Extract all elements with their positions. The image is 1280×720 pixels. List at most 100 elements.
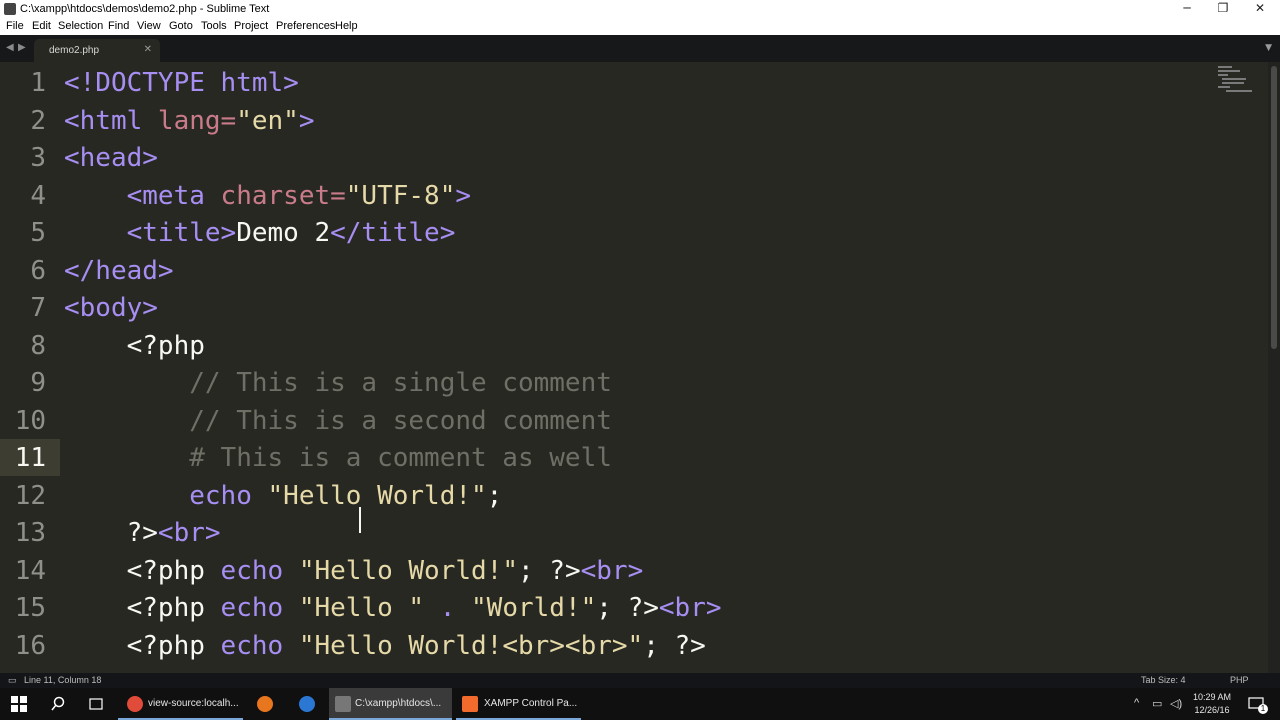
taskbar-chrome-label: view-source:localh... bbox=[148, 698, 239, 709]
menu-edit[interactable]: Edit bbox=[32, 20, 51, 32]
title-bar: C:\xampp\htdocs\demos\demo2.php - Sublim… bbox=[0, 0, 1280, 19]
code-line[interactable]: <html lang="en"> bbox=[64, 103, 314, 140]
minimap[interactable] bbox=[1216, 64, 1252, 92]
code-line[interactable]: <body> bbox=[64, 290, 158, 327]
windows-logo-icon bbox=[11, 696, 27, 712]
code-line[interactable]: <title>Demo 2</title> bbox=[64, 215, 456, 252]
text-cursor bbox=[359, 507, 361, 533]
windows-taskbar: view-source:localh... C:\xampp\htdocs\..… bbox=[0, 688, 1280, 720]
code-token: "Hello World!" bbox=[298, 555, 518, 586]
menu-tools[interactable]: Tools bbox=[201, 20, 227, 32]
code-token: "Hello World!<br><br>" bbox=[298, 630, 644, 661]
taskbar-firefox[interactable] bbox=[245, 688, 285, 720]
code-token: . bbox=[424, 593, 472, 623]
code-token: "World!" bbox=[471, 593, 597, 623]
code-line[interactable]: // This is a single comment bbox=[64, 365, 612, 402]
code-token: </title> bbox=[330, 218, 456, 248]
code-token: ; ?> bbox=[596, 593, 659, 623]
code-token: <body> bbox=[64, 293, 158, 323]
task-view-icon bbox=[89, 698, 103, 710]
menu-view[interactable]: View bbox=[137, 20, 161, 32]
volume-icon[interactable]: ◁) bbox=[1170, 697, 1182, 710]
tab-close-icon[interactable]: ✕ bbox=[144, 44, 152, 55]
code-line[interactable]: <!DOCTYPE html> bbox=[64, 65, 299, 102]
code-line[interactable]: </head> bbox=[64, 253, 174, 290]
scrollbar-thumb[interactable] bbox=[1271, 66, 1277, 349]
menu-project[interactable]: Project bbox=[234, 20, 268, 32]
code-line[interactable]: <meta charset="UTF-8"> bbox=[64, 178, 471, 215]
search-button[interactable] bbox=[40, 688, 76, 720]
line-number: 16 bbox=[14, 630, 46, 661]
menu-bar: File Edit Selection Find View Goto Tools… bbox=[0, 19, 1280, 35]
tab-size-selector[interactable]: Tab Size: 4 bbox=[1141, 675, 1186, 685]
code-token: <head> bbox=[64, 143, 158, 173]
close-button[interactable]: ✕ bbox=[1242, 0, 1278, 19]
code-line[interactable]: <head> bbox=[64, 140, 158, 177]
sublime-icon bbox=[335, 696, 351, 712]
code-line[interactable]: echo "Hello World!"; bbox=[64, 478, 502, 515]
tab-demo2-php[interactable]: demo2.php ✕ bbox=[34, 39, 160, 62]
line-number: 12 bbox=[14, 480, 46, 511]
menu-file[interactable]: File bbox=[6, 20, 24, 32]
code-token: <!DOCTYPE html> bbox=[64, 68, 299, 98]
console-toggle-icon[interactable]: ▭ bbox=[8, 675, 17, 686]
tab-dropdown-icon[interactable]: ▼ bbox=[1265, 43, 1272, 53]
taskbar-xampp[interactable]: XAMPP Control Pa... bbox=[456, 688, 581, 720]
search-icon bbox=[51, 696, 65, 711]
line-number: 8 bbox=[30, 330, 46, 361]
clock-time: 10:29 AM bbox=[1192, 692, 1232, 702]
taskbar-edge[interactable] bbox=[287, 688, 327, 720]
menu-selection[interactable]: Selection bbox=[58, 20, 103, 32]
line-number: 7 bbox=[30, 293, 46, 323]
code-token: <html bbox=[64, 105, 158, 136]
code-token: <?php bbox=[64, 593, 221, 623]
system-clock[interactable]: 10:29 AM 12/26/16 bbox=[1187, 691, 1237, 717]
code-token: lang= bbox=[157, 105, 237, 136]
code-editor[interactable]: 1 2 3 4 5 6 7 8 9 10 11 12 13 14 15 16 <!DOCTYPE html> <… bbox=[0, 62, 1268, 673]
code-token: "UTF-8" bbox=[345, 180, 456, 211]
menu-find[interactable]: Find bbox=[108, 20, 129, 32]
start-button[interactable] bbox=[0, 688, 38, 720]
line-number: 10 bbox=[14, 405, 46, 436]
clock-date: 12/26/16 bbox=[1194, 705, 1230, 715]
menu-goto[interactable]: Goto bbox=[169, 20, 193, 32]
code-token: echo bbox=[189, 480, 268, 511]
menu-help[interactable]: Help bbox=[335, 20, 358, 32]
code-line[interactable]: # This is a comment as well bbox=[64, 440, 612, 477]
code-token: "en" bbox=[236, 105, 299, 136]
line-number: 9 bbox=[30, 368, 46, 398]
code-line[interactable]: <?php bbox=[64, 328, 205, 365]
tab-label: demo2.php bbox=[49, 45, 100, 56]
sublime-app-icon bbox=[4, 3, 16, 15]
code-line[interactable]: <?php echo "Hello " . "World!"; ?><br> bbox=[64, 590, 722, 627]
tab-bar: ◀ ▶ demo2.php ✕ ▼ bbox=[0, 35, 1280, 62]
line-number-gutter: 1 2 3 4 5 6 7 8 9 10 11 12 13 14 15 16 bbox=[0, 62, 60, 673]
maximize-button[interactable]: ❐ bbox=[1205, 0, 1241, 19]
code-token: <br> bbox=[157, 518, 221, 548]
tray-chevron-icon[interactable]: ^ bbox=[1134, 697, 1139, 709]
firefox-icon bbox=[257, 696, 273, 712]
code-line[interactable]: <?php echo "Hello World!"; ?><br> bbox=[64, 553, 644, 590]
syntax-selector[interactable]: PHP bbox=[1230, 675, 1249, 685]
code-line[interactable]: // This is a second comment bbox=[64, 403, 612, 440]
code-line[interactable]: <?php echo "Hello World!<br><br>"; ?> bbox=[64, 628, 706, 665]
vertical-scrollbar[interactable] bbox=[1268, 62, 1280, 673]
network-icon[interactable]: ▭ bbox=[1152, 697, 1162, 710]
line-number: 6 bbox=[30, 255, 46, 286]
code-line[interactable]: ?><br> bbox=[64, 515, 221, 552]
code-token: "Hello World!" bbox=[267, 480, 487, 511]
status-bar: ▭ Line 11, Column 18 Tab Size: 4 PHP bbox=[0, 673, 1280, 688]
minimize-button[interactable]: ─ bbox=[1169, 0, 1205, 19]
tab-prev-icon[interactable]: ◀ bbox=[6, 42, 14, 53]
task-view-button[interactable] bbox=[78, 688, 114, 720]
tab-next-icon[interactable]: ▶ bbox=[18, 42, 26, 53]
taskbar-chrome[interactable]: view-source:localh... bbox=[118, 688, 243, 720]
action-center-button[interactable]: 1 bbox=[1244, 694, 1268, 714]
taskbar-sublime[interactable]: C:\xampp\htdocs\... bbox=[329, 688, 452, 720]
code-token: <?php bbox=[64, 330, 205, 361]
menu-preferences[interactable]: Preferences bbox=[276, 20, 335, 32]
